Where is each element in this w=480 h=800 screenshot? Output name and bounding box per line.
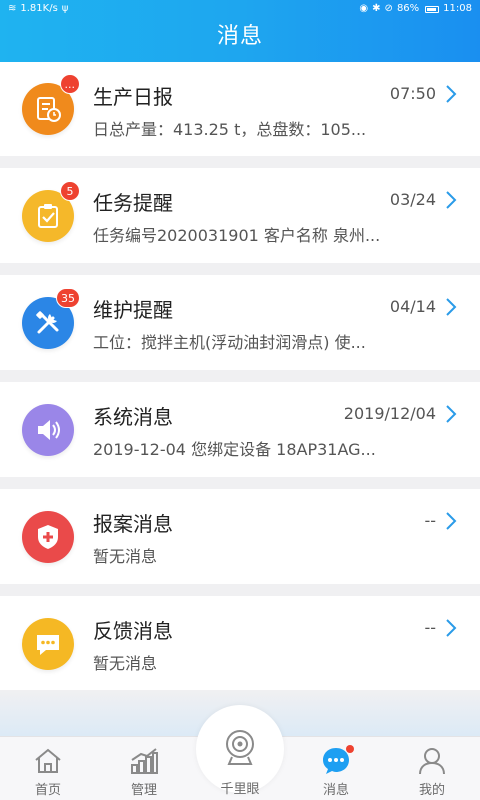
message-title: 维护提醒: [93, 298, 173, 322]
chevron-right-icon: [446, 85, 457, 103]
message-item-task-reminder[interactable]: 5 任务提醒 03/24 任务编号2020031901 客户名称 泉州...: [0, 168, 480, 263]
wifi-icon: ≋: [8, 3, 17, 14]
app-header: ≋ 1.81K/s ψ ◉ ✱ ⊘ 86% 11:08 消息: [0, 0, 480, 62]
message-item-daily-report[interactable]: ... 生产日报 07:50 日总产量：413.25 t，总盘数：105...: [0, 62, 480, 156]
clock: 11:08: [443, 3, 472, 14]
tab-label: 首页: [34, 783, 61, 798]
message-title: 报案消息: [93, 512, 173, 536]
daily-report-icon: ...: [22, 74, 80, 135]
tab-me[interactable]: 我的: [384, 737, 480, 800]
chevron-right-icon: [446, 298, 457, 316]
unread-badge: 35: [56, 287, 80, 308]
maintenance-tools-icon: 35: [22, 287, 80, 349]
message-time: 04/14: [389, 297, 436, 316]
page-title: 消息: [216, 24, 263, 49]
notification-dot: [346, 745, 354, 753]
tab-label: 我的: [418, 783, 445, 798]
chevron-right-icon: [446, 405, 457, 423]
message-time: --: [424, 618, 436, 637]
chevron-right-icon: [446, 619, 457, 637]
tab-manage[interactable]: 管理: [96, 737, 192, 800]
message-preview: 暂无消息: [93, 654, 158, 673]
battery-percent: 86%: [396, 3, 420, 14]
tab-label: 管理: [130, 783, 157, 798]
camera-icon: [226, 730, 254, 765]
mute-icon: ⊘: [384, 3, 393, 14]
chevron-right-icon: [446, 512, 457, 530]
user-icon: [419, 748, 445, 775]
message-item-feedback[interactable]: 反馈消息 -- 暂无消息: [0, 596, 480, 691]
message-time: 03/24: [389, 190, 436, 209]
unread-badge: ...: [59, 74, 80, 94]
tab-messages[interactable]: 消息: [288, 737, 384, 800]
message-list: ... 生产日报 07:50 日总产量：413.25 t，总盘数：105... …: [0, 62, 480, 703]
message-preview: 任务编号2020031901 客户名称 泉州...: [93, 226, 381, 245]
tab-home[interactable]: 首页: [0, 737, 96, 800]
chart-icon: [131, 748, 158, 774]
message-item-maintenance-reminder[interactable]: 35 维护提醒 04/14 工位：搅拌主机(浮动油封润滑点) 使...: [0, 275, 480, 370]
message-preview: 工位：搅拌主机(浮动油封润滑点) 使...: [93, 333, 366, 352]
speaker-icon: [22, 403, 74, 456]
eye-icon: ◉: [359, 3, 369, 14]
bluetooth-icon: ✱: [372, 3, 381, 14]
message-title: 系统消息: [93, 405, 173, 429]
chat-bubble-icon: [22, 617, 74, 670]
message-time: 07:50: [389, 84, 436, 103]
message-title: 反馈消息: [93, 619, 173, 643]
message-title: 生产日报: [93, 85, 173, 109]
message-preview: 暂无消息: [93, 547, 158, 566]
chevron-right-icon: [446, 191, 457, 209]
tab-label: 千里眼: [220, 782, 260, 797]
shield-plus-icon: [22, 510, 74, 563]
battery-icon: [425, 5, 440, 13]
message-title: 任务提醒: [93, 191, 173, 215]
status-bar: ≋ 1.81K/s ψ ◉ ✱ ⊘ 86% 11:08: [0, 0, 480, 18]
net-speed: 1.81K/s: [20, 3, 58, 14]
message-item-system[interactable]: 系统消息 2019/12/04 2019-12-04 您绑定设备 18AP31A…: [0, 382, 480, 477]
message-preview: 日总产量：413.25 t，总盘数：105...: [93, 120, 367, 139]
usb-icon: ψ: [61, 3, 69, 14]
message-time: 2019/12/04: [343, 404, 436, 423]
message-preview: 2019-12-04 您绑定设备 18AP31AG...: [93, 440, 376, 459]
tab-label: 消息: [322, 783, 349, 798]
unread-badge: 5: [60, 180, 80, 201]
message-time: --: [424, 511, 436, 530]
home-icon: [35, 748, 61, 773]
message-item-report-case[interactable]: 报案消息 -- 暂无消息: [0, 489, 480, 584]
task-clipboard-icon: 5: [22, 180, 80, 242]
